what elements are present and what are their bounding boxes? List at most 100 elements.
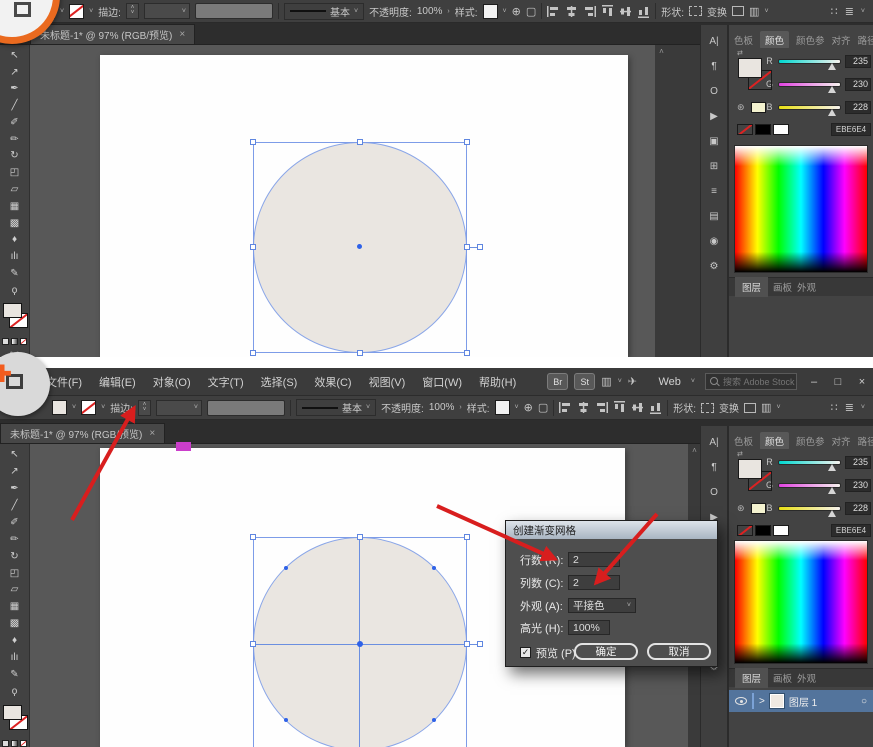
tab-artboards[interactable]: 画板	[773, 671, 792, 685]
selection-handle[interactable]	[464, 350, 470, 356]
center-anchor-point[interactable]	[357, 244, 362, 249]
b-slider[interactable]	[778, 506, 841, 511]
align-hcenter-icon[interactable]	[565, 6, 578, 17]
transform-link[interactable]: 变换	[719, 400, 739, 415]
selection-handle[interactable]	[357, 139, 363, 145]
workspace-switcher[interactable]: Web	[658, 376, 680, 388]
stroke-style-select[interactable]: 基本 ˅	[284, 3, 364, 20]
menu-effect[interactable]: 效果(C)	[314, 374, 351, 390]
paint-mode-buttons[interactable]	[2, 740, 27, 747]
expand-icon[interactable]: >	[759, 696, 765, 707]
chevron-down-icon[interactable]: ˅	[366, 404, 370, 411]
menu-edit[interactable]: 编辑(E)	[99, 374, 136, 390]
slider-thumb[interactable]	[828, 487, 836, 494]
free-transform-icon[interactable]	[744, 403, 756, 413]
selection-handle[interactable]	[477, 641, 483, 647]
black-swatch[interactable]	[755, 124, 771, 135]
chevron-down-icon[interactable]: ˅	[89, 8, 93, 15]
stroke-weight-stepper[interactable]: ˄˅	[138, 400, 151, 416]
chevron-down-icon[interactable]: ˅	[101, 404, 105, 411]
scale-tool-icon[interactable]: ◰	[4, 566, 26, 581]
tab-color-guide[interactable]: 颜色参	[796, 33, 825, 47]
scale-tool-icon[interactable]: ◰	[4, 165, 26, 180]
web-safe-icon[interactable]: ⊛	[737, 503, 745, 514]
symbols-panel-icon[interactable]: ◉	[703, 233, 725, 249]
tab-layers[interactable]: 图层	[735, 277, 768, 297]
align-right-icon[interactable]	[595, 402, 608, 413]
mesh-anchor-point[interactable]	[284, 566, 288, 570]
selection-handle[interactable]	[477, 244, 483, 250]
chevron-down-icon[interactable]: ˅	[627, 602, 631, 609]
chevron-down-icon[interactable]: ˅	[182, 8, 186, 15]
opacity-value[interactable]: 100%	[429, 402, 455, 413]
rows-input[interactable]: 2	[568, 552, 620, 567]
gradient-mode-icon[interactable]	[11, 740, 18, 747]
blend-tool-icon[interactable]: ✎	[4, 266, 26, 281]
links-panel-icon[interactable]: ▣	[703, 133, 725, 149]
minimize-button[interactable]: –	[807, 376, 821, 388]
cols-input[interactable]: 2	[568, 575, 620, 590]
layer-name[interactable]: 图层 1	[789, 694, 817, 709]
tab-appearance[interactable]: 外观	[797, 671, 816, 685]
align-left-icon[interactable]	[559, 402, 572, 413]
none-mode-icon[interactable]	[20, 338, 27, 345]
align-hcenter-icon[interactable]	[577, 402, 590, 413]
eyedropper-tool-icon[interactable]: ♦	[4, 232, 26, 247]
mesh-tool-icon[interactable]: ▦	[4, 599, 26, 614]
shape-mode-icon[interactable]	[689, 6, 702, 16]
pencil-tool-icon[interactable]: ✏	[4, 532, 26, 547]
pen-tool-icon[interactable]: ✒	[4, 481, 26, 496]
hex-value[interactable]: EBE6E4	[831, 524, 871, 537]
g-slider[interactable]	[778, 483, 841, 488]
chevron-down-icon[interactable]: ˅	[861, 404, 865, 411]
scroll-up-icon[interactable]: ˄	[655, 47, 668, 56]
slider-thumb[interactable]	[828, 109, 836, 116]
opentype-panel-icon[interactable]: O	[703, 484, 725, 500]
selected-object-highlight[interactable]	[176, 442, 191, 451]
white-swatch[interactable]	[773, 124, 789, 135]
cancel-button[interactable]: 取消	[647, 643, 711, 660]
chevron-down-icon[interactable]: ˅	[60, 8, 64, 15]
opacity-value[interactable]: 100%	[417, 6, 443, 17]
graph-tool-icon[interactable]: ılı	[4, 249, 26, 264]
center-anchor-point[interactable]	[357, 641, 363, 647]
stroke-color-swatch[interactable]	[69, 4, 84, 19]
selection-handle[interactable]	[464, 244, 470, 250]
shear-tool-icon[interactable]: ▱	[4, 182, 26, 197]
chevron-down-icon[interactable]: ˅	[776, 404, 780, 411]
brush-definition-select[interactable]	[195, 3, 273, 19]
r-slider[interactable]	[778, 59, 841, 64]
mesh-tool-icon[interactable]: ▦	[4, 199, 26, 214]
arrange-documents-icon[interactable]: ∷	[831, 401, 838, 414]
g-slider[interactable]	[778, 82, 841, 87]
layer-thumbnail[interactable]	[770, 694, 784, 708]
stroke-weight-select[interactable]: ˅	[156, 400, 202, 416]
stroke-color-swatch[interactable]	[81, 400, 96, 415]
paragraph-panel-icon[interactable]: ¶	[703, 58, 725, 74]
preferences-icon[interactable]: ▢	[526, 5, 536, 18]
chevron-down-icon[interactable]: ˅	[143, 408, 147, 413]
fill-proxy-swatch[interactable]	[3, 705, 22, 720]
color-mode-icon[interactable]	[2, 740, 9, 747]
paragraph-panel-icon[interactable]: ¶	[703, 459, 725, 475]
mesh-anchor-point[interactable]	[432, 718, 436, 722]
tab-color-guide[interactable]: 颜色参	[796, 434, 825, 448]
chevron-down-icon[interactable]: ˅	[72, 404, 76, 411]
brush-definition-select[interactable]	[207, 400, 285, 416]
zoom-tool-icon[interactable]: ϙ	[4, 684, 26, 699]
slider-thumb[interactable]	[828, 63, 836, 70]
selection-handle[interactable]	[464, 641, 470, 647]
last-color-swatch[interactable]	[751, 503, 766, 514]
r-value[interactable]: 235	[845, 55, 871, 68]
web-safe-icon[interactable]: ⊛	[737, 102, 745, 113]
gear-icon[interactable]: ⚙	[703, 258, 725, 274]
transform-link[interactable]: 变换	[707, 4, 727, 19]
workspace-switcher-icon[interactable]: ≣	[845, 401, 854, 414]
highlight-input[interactable]: 100%	[568, 620, 610, 635]
document-setup-icon[interactable]: ⊕	[524, 401, 533, 414]
fill-color-swatch[interactable]	[52, 400, 67, 415]
g-value[interactable]: 230	[845, 78, 871, 91]
ok-button[interactable]: 确定	[574, 643, 638, 660]
isolate-icon[interactable]: ▥	[761, 401, 771, 414]
zoom-tool-icon[interactable]: ϙ	[4, 283, 26, 298]
